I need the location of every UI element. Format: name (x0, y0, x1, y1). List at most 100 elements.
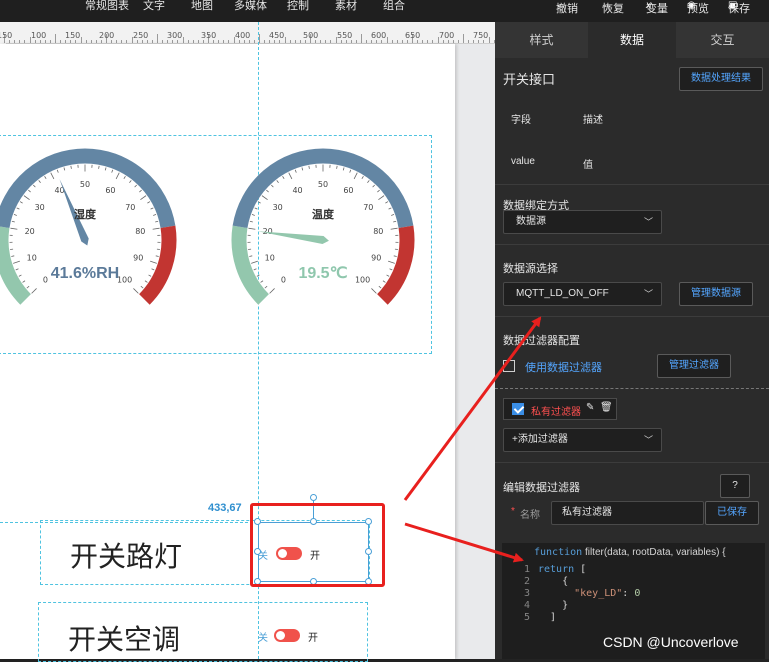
gauge-tick (45, 176, 47, 179)
menu-map[interactable]: 地图 (191, 0, 213, 12)
gauge-tick (391, 214, 394, 215)
ruler-tick (91, 40, 92, 43)
private-filter-checkbox[interactable] (512, 403, 524, 415)
ruler-label: 450 (269, 31, 284, 40)
divider (495, 184, 769, 185)
private-filter-item[interactable]: 私有过滤器 ✎ 🗑 (503, 398, 617, 420)
menu-charts[interactable]: 常规图表 (85, 0, 129, 12)
gauge-tick (23, 281, 25, 283)
tab-style[interactable]: 样式 (495, 22, 588, 58)
code-keyword: function (534, 547, 582, 558)
help-button[interactable]: ? (720, 474, 750, 498)
ruler-tick (463, 34, 464, 43)
divider (495, 462, 769, 463)
ruler-label: 250 (133, 31, 148, 40)
use-filter-label[interactable]: 使用数据过滤器 (525, 359, 602, 375)
ruler-tick (381, 40, 382, 43)
menu-text[interactable]: 文字 (143, 0, 165, 12)
gauge-tick (378, 196, 384, 200)
ruler-label: 350 (201, 31, 216, 40)
add-filter-select[interactable]: +添加过滤器 ﹀ (503, 428, 662, 452)
field-value: value (511, 156, 535, 167)
ruler-tick (356, 40, 357, 43)
gauge-tick (149, 275, 152, 276)
gauge-tick (11, 256, 14, 257)
variable-label: 变量 (646, 0, 668, 16)
manage-datasource-button[interactable]: 管理数据源 (679, 282, 753, 306)
ruler-tick (228, 40, 229, 43)
code-line: } (538, 600, 568, 611)
use-filter-checkbox[interactable] (503, 360, 515, 372)
menu-group[interactable]: 组合 (383, 0, 405, 12)
gauge-tick (261, 281, 263, 283)
ruler-tick (45, 40, 46, 43)
temperature-gauge[interactable]: 0102030405060708090100温度19.5℃ (198, 140, 448, 330)
ruler-tick (371, 40, 372, 43)
ruler-tick (193, 40, 194, 43)
gauge-tick (133, 288, 138, 293)
ruler-tick (254, 40, 255, 43)
ruler-tick (239, 40, 240, 43)
gauge-tick (289, 173, 292, 179)
ruler-label: 700 (439, 31, 454, 40)
code-line: { (538, 576, 568, 587)
ruler-tick (320, 40, 321, 43)
rotate-handle[interactable] (310, 494, 317, 501)
gauge-tick (257, 275, 260, 276)
toggle-switch[interactable] (274, 629, 300, 642)
ruler-tick (14, 40, 15, 43)
gauge-tick (385, 202, 388, 204)
panel-tabs: 样式 数据 交互 (495, 22, 769, 58)
gauge-tick (27, 286, 29, 288)
gauge-tick (379, 286, 381, 288)
ruler-tick (407, 40, 408, 43)
interface-title: 开关接口 (503, 69, 555, 88)
name-label: 名称 (520, 506, 540, 521)
gauge-tick (141, 286, 143, 288)
data-result-button[interactable]: 数据处理结果 (679, 67, 763, 91)
menu-material[interactable]: 素材 (335, 0, 357, 12)
edit-icon[interactable]: ✎ (586, 402, 594, 413)
gauge-tick (139, 190, 141, 192)
line-number: 3 (500, 588, 530, 599)
tab-data[interactable]: 数据 (588, 22, 676, 58)
chevron-down-icon: ﹀ (644, 429, 653, 451)
gauge-tick (249, 256, 252, 257)
gauge-title: 温度 (312, 207, 335, 221)
ruler-tick (285, 37, 286, 43)
aircon-switch[interactable]: 关 开 (258, 627, 328, 643)
gauge-tick (250, 221, 253, 222)
ruler-label: 750 (473, 31, 488, 40)
menu-media[interactable]: 多媒体 (234, 0, 267, 12)
tab-interaction[interactable]: 交互 (676, 22, 769, 58)
gauge-tick (152, 269, 155, 270)
gauge-tick (112, 170, 113, 173)
ruler-tick (453, 40, 454, 43)
trash-icon[interactable]: 🗑 (600, 402, 613, 413)
gauge-tick (377, 190, 379, 192)
saved-button[interactable]: 已保存 (705, 501, 759, 525)
ruler-tick (223, 40, 224, 43)
ruler-tick (213, 40, 214, 43)
ruler-label: 500 (303, 31, 318, 40)
binding-mode-select[interactable]: 数据源 ﹀ (503, 210, 662, 234)
gauge-tick (248, 228, 255, 229)
filter-name-input[interactable]: 私有过滤器 (551, 501, 704, 525)
menu-control[interactable]: 控制 (287, 0, 309, 12)
switch-off-text: 关 (258, 629, 268, 644)
ruler-tick (152, 40, 153, 43)
field-header: 字段 (511, 111, 531, 126)
ruler-tick (325, 40, 326, 43)
save-label: 保存 (728, 0, 750, 16)
humidity-gauge[interactable]: 0102030405060708090100湿度41.6%RH (0, 140, 210, 330)
ruler-tick (279, 40, 280, 43)
ruler-label: 100 (31, 31, 46, 40)
manage-filter-button[interactable]: 管理过滤器 (657, 354, 731, 378)
required-mark: * (511, 506, 515, 517)
gauge-tick (389, 208, 392, 209)
gauge-tick (367, 180, 369, 182)
datasource-select[interactable]: MQTT_LD_ON_OFF ﹀ (503, 282, 662, 306)
filter-config-label: 数据过滤器配置 (503, 332, 580, 348)
ruler-tick (458, 40, 459, 43)
gauge-tick (51, 173, 54, 179)
